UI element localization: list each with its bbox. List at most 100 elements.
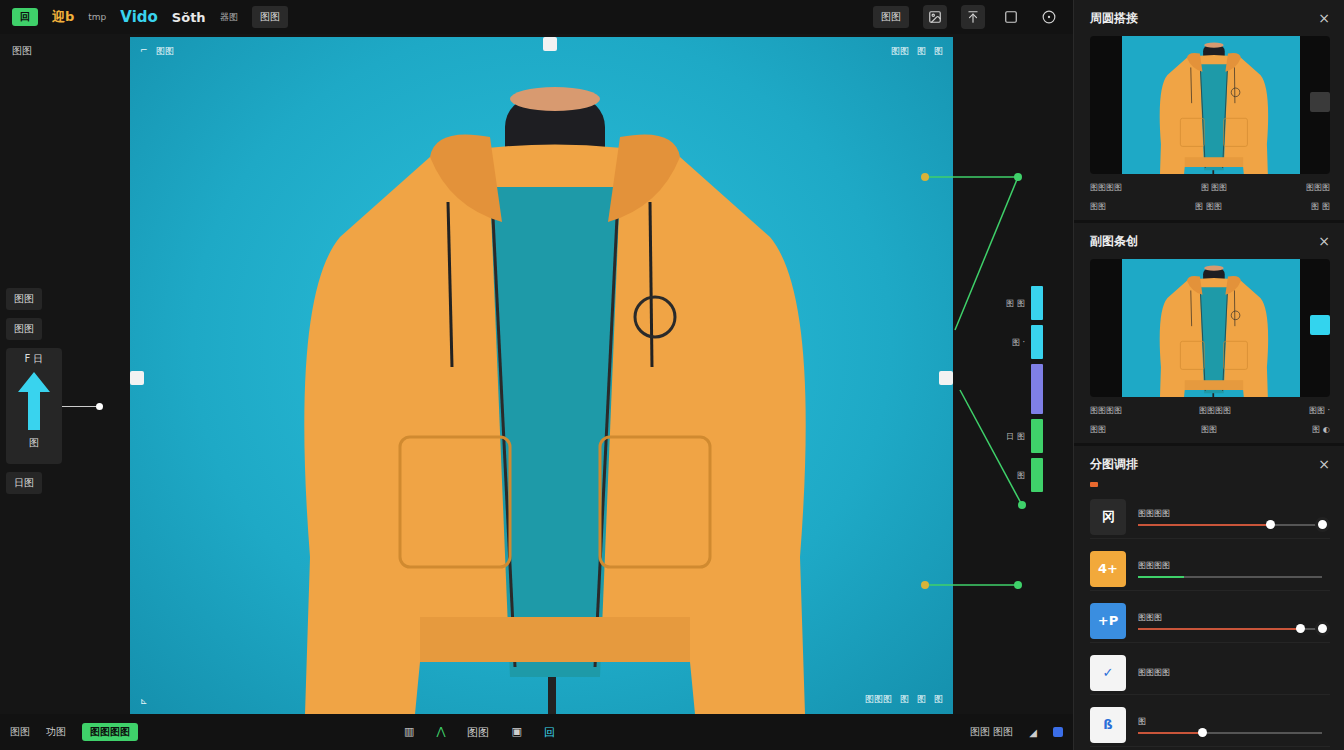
preview-thumbnail[interactable] [1090, 259, 1330, 397]
bottom-item[interactable]: 图图 图图 [970, 725, 1013, 739]
thumbnail-photo [1122, 36, 1300, 174]
tool-button[interactable]: 图图 [6, 318, 42, 340]
bottom-item[interactable]: 功图 [46, 725, 66, 739]
thumbnail-tab[interactable] [1310, 315, 1330, 335]
image-icon[interactable] [923, 5, 947, 29]
info-row: 图图图图图图图图图图 · [1090, 405, 1330, 416]
logo: 迎b [52, 8, 74, 26]
workspace: 回迎btmpVidoSŏth器图图图图图图图图图图图F 日图日图⌐图图图图图图⊾… [0, 0, 1073, 750]
meter-bar [1031, 419, 1043, 453]
canvas-corner-label: ⌐图图 [140, 45, 174, 58]
up-arrow-icon [16, 370, 52, 432]
app-name: Vido [120, 8, 158, 26]
adjust-row: 冈 图图图图 [1090, 495, 1330, 539]
meter-row: 图 · [1012, 325, 1043, 359]
progress-bar [1138, 576, 1322, 578]
adjust-label: 图图图图 [1138, 508, 1330, 519]
record-icon[interactable] [1037, 5, 1061, 29]
level-meters: 图 图图 · 日 图图 [953, 34, 1073, 714]
close-button[interactable]: × [1318, 456, 1330, 472]
home-badge[interactable]: 回 [12, 8, 38, 26]
tool-button[interactable]: 日图 [6, 472, 42, 494]
control-button[interactable]: ▥ [404, 725, 414, 740]
meter-label: 日 图 [1006, 431, 1025, 442]
meter-label: 图 · [1012, 337, 1025, 348]
preview-panel: 副图条创×图图图图图图图图图图 ·图图图图图 ◐ [1074, 223, 1344, 446]
square-icon[interactable] [999, 5, 1023, 29]
close-button[interactable]: × [1318, 10, 1330, 26]
action-button[interactable]: 图图 [873, 6, 909, 28]
meter-label: 图 图 [1006, 298, 1025, 309]
accent-mark [1090, 482, 1098, 487]
thumbnail-tab[interactable] [1310, 92, 1330, 112]
adjust-icon: ✓ [1090, 655, 1126, 691]
control-button[interactable]: ⋀ [436, 725, 445, 740]
adjust-row: +P 图图图 [1090, 599, 1330, 643]
close-button[interactable]: × [1318, 233, 1330, 249]
meter-row [1031, 364, 1043, 414]
meter-label: 图 [1017, 470, 1025, 481]
preview-panel: 周圆搭接 × 图图图图图 图图图图图图图图 图图图 图 [1074, 0, 1344, 223]
right-panel: 周圆搭接×图图图图图 图图图图图图图图 图图图 图副图条创×图图图图图图图图图图… [1073, 0, 1344, 750]
canvas-corner-label: 图图图图图图 [865, 693, 943, 706]
meter-bar [1031, 325, 1043, 359]
adjust-label: 图图图图 [1138, 667, 1330, 678]
slider[interactable] [1138, 628, 1322, 630]
adjust-icon: +P [1090, 603, 1126, 639]
arrow-track [62, 406, 96, 407]
left-toolbar: 图图图图图图F 日图日图 [0, 34, 130, 714]
arrow-panel-caption: 图 [29, 436, 39, 450]
slider[interactable] [1138, 524, 1322, 526]
adjust-label: 图 [1138, 716, 1330, 727]
adjust-label: 图图图 [1138, 612, 1330, 623]
meter-bar [1031, 286, 1043, 320]
canvas-corner-label: 图图图图 [891, 45, 943, 58]
thumbnail-photo [1122, 259, 1300, 397]
top-bar: 回迎b tmp Vido Sŏth 器图 图图 图图 [0, 0, 1073, 34]
app-window: 回迎btmpVidoSŏth器图图图图图图图图图图图F 日图日图⌐图图图图图图⊾… [0, 0, 1344, 750]
info-row: 图图图 图图图 图 [1090, 201, 1330, 212]
meter-row: 图 [1017, 458, 1043, 492]
bottom-badge: 图图图图 [82, 723, 138, 741]
control-button[interactable]: 回 [544, 725, 555, 740]
control-button[interactable]: ▣ [511, 725, 521, 740]
adjust-row: ß图 [1090, 703, 1330, 747]
arrow-control[interactable]: F 日图 [6, 348, 124, 464]
bottom-bar: 图图 功图 图图图图 ▥ ⋀ 图图 ▣ 回 图图 图图 ◢ [0, 714, 1073, 750]
canvas[interactable]: ⌐图图 图图图图 ⊾ 图图图图图图 [130, 37, 953, 714]
upload-icon[interactable] [961, 5, 985, 29]
info-row: 图图图图图 图图图图图 [1090, 182, 1330, 193]
preview-thumbnail[interactable] [1090, 36, 1330, 174]
slider[interactable] [1138, 732, 1322, 734]
tool-button[interactable]: 图图 [6, 288, 42, 310]
meter-bar [1031, 458, 1043, 492]
adjust-icon: 4+ [1090, 551, 1126, 587]
bottom-item[interactable]: ◢ [1029, 727, 1037, 738]
project-title: Sŏth [172, 10, 206, 25]
product-photo [130, 37, 953, 714]
toolbar-header: 图图 [6, 44, 124, 58]
panel-title: 周圆搭接 [1090, 10, 1138, 27]
canvas-corner-label: ⊾ [140, 696, 148, 706]
adjust-row: 4+ 图图图图 [1090, 547, 1330, 591]
guide-lines [0, 34, 1073, 714]
resize-handle[interactable] [543, 37, 557, 51]
control-button[interactable]: 图图 [467, 725, 489, 740]
meter-bar [1031, 364, 1043, 414]
resize-handle[interactable] [939, 371, 953, 385]
bottom-item[interactable]: 图图 [10, 725, 30, 739]
adjust-label: 图图图图 [1138, 560, 1330, 571]
mode-button[interactable]: 图图 [252, 6, 288, 28]
arrow-panel-label: F 日 [25, 352, 44, 366]
project-subtitle: 器图 [220, 11, 238, 24]
adjust-panel: 分图调排×冈图图图图4+图图图图+P图图图✓图图图图ß图 [1074, 446, 1344, 750]
editor-area: 图图图图图图F 日图日图⌐图图图图图图⊾图图图图图图图 图图 ·日 图图 [0, 34, 1073, 714]
playback-controls: ▥ ⋀ 图图 ▣ 回 [404, 725, 555, 740]
logo-sub: tmp [88, 12, 106, 22]
resize-handle[interactable] [130, 371, 144, 385]
arrow-knob[interactable] [96, 403, 103, 410]
adjust-icon: ß [1090, 707, 1126, 743]
status-square-icon [1053, 727, 1063, 737]
adjust-icon: 冈 [1090, 499, 1126, 535]
meter-row: 图 图 [1006, 286, 1043, 320]
